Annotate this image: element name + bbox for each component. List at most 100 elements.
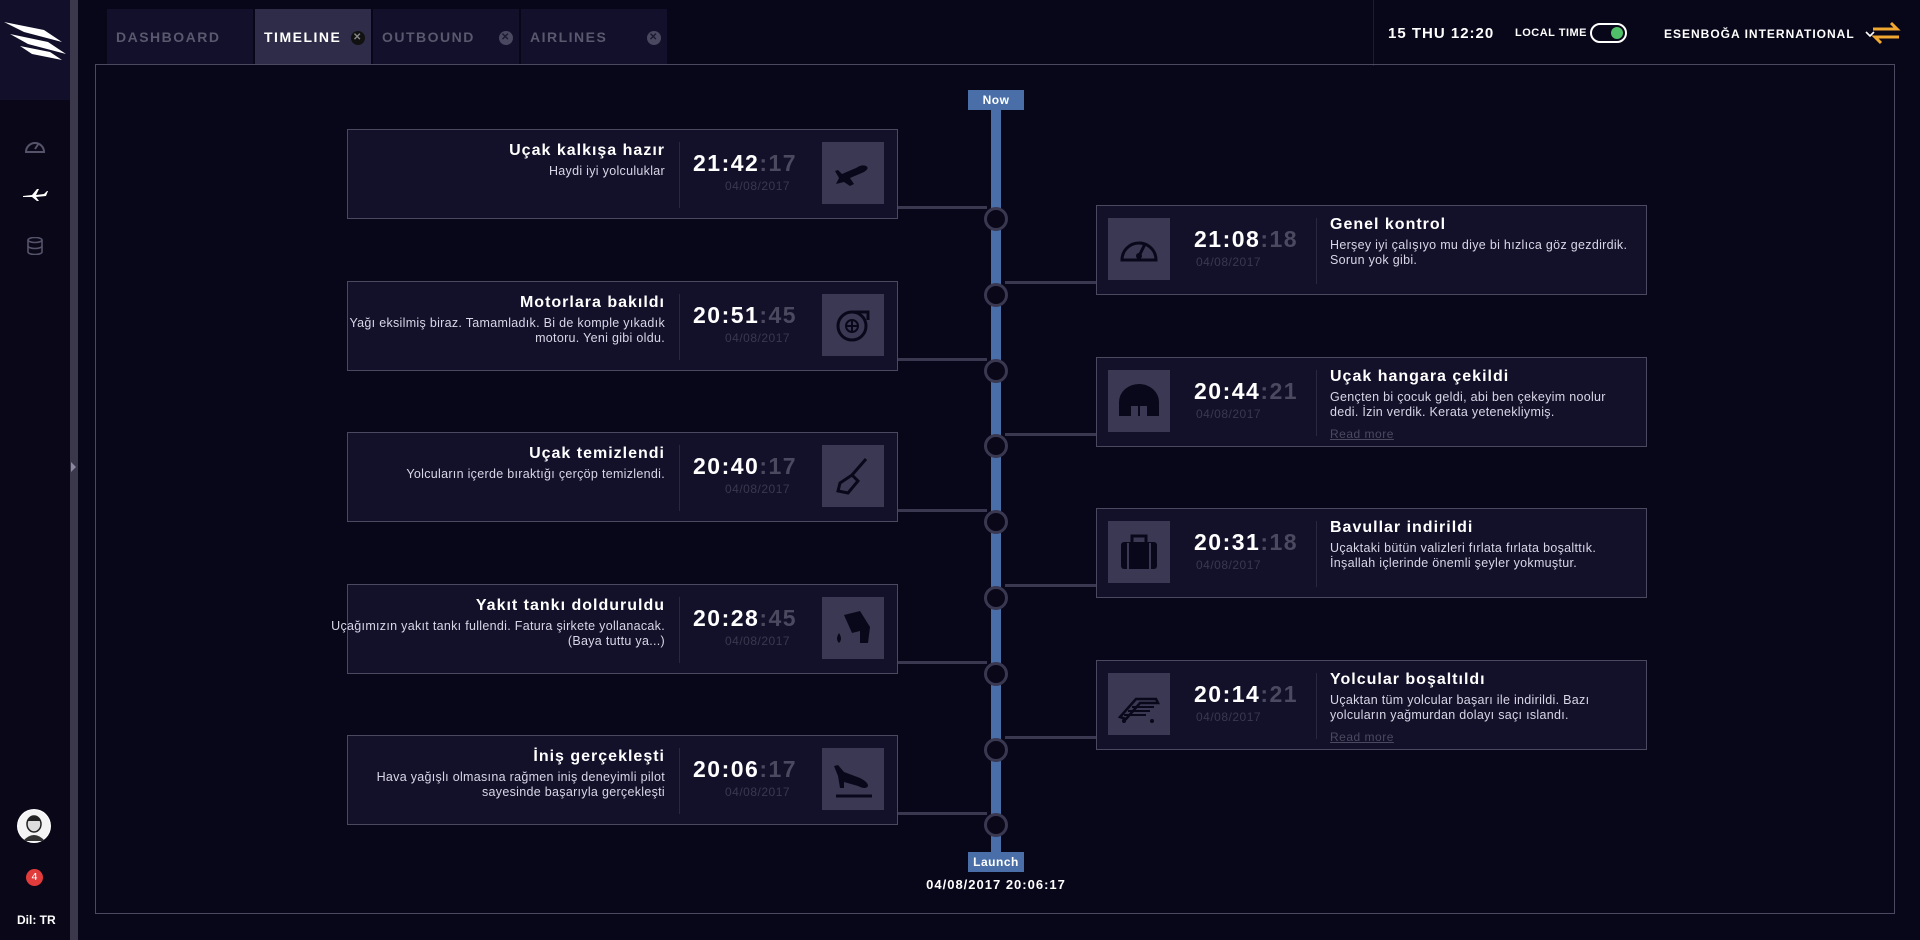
airline-logo-icon bbox=[4, 22, 66, 60]
event-time: 20:28:45 bbox=[693, 605, 797, 632]
timeline-node[interactable] bbox=[984, 661, 1008, 686]
timeline-event-card[interactable]: Genel kontrol Herşey iyi çalışıyo mu diye… bbox=[1096, 205, 1647, 295]
airport-selector[interactable]: ESENBOĞA INTERNATIONAL bbox=[1664, 27, 1875, 41]
tab-airlines[interactable]: AIRLINES ✕ bbox=[521, 9, 667, 65]
event-title: Yolcular boşaltıldı bbox=[1330, 670, 1486, 688]
close-icon[interactable]: ✕ bbox=[351, 31, 365, 45]
divider bbox=[1316, 672, 1317, 739]
event-time: 21:42:17 bbox=[693, 150, 797, 177]
event-time-sec: :17 bbox=[759, 756, 798, 782]
sidebar-collapse-handle[interactable] bbox=[70, 0, 78, 940]
event-title: Uçak hangara çekildi bbox=[1330, 367, 1510, 385]
tab-dashboard[interactable]: DASHBOARD bbox=[107, 9, 253, 65]
event-time: 20:06:17 bbox=[693, 756, 797, 783]
clock: 15 THU 12:20 bbox=[1388, 25, 1495, 42]
sidebar-item-database[interactable] bbox=[22, 233, 48, 259]
event-title: Motorlara bakıldı bbox=[519, 293, 665, 311]
language-selector[interactable]: Dil: TR bbox=[17, 913, 56, 927]
event-title: Uçak kalkışa hazır bbox=[509, 142, 665, 159]
event-time-hm: 20:28 bbox=[693, 604, 760, 631]
event-time-hm: 20:44 bbox=[1194, 377, 1261, 404]
event-description: Yolcuların içerde bıraktığı çerçöp temiz… bbox=[406, 467, 665, 481]
event-date: 04/08/2017 bbox=[1196, 558, 1262, 572]
database-icon bbox=[27, 237, 43, 255]
event-description: Hava yağışlı olmasına rağmen iniş deneyi… bbox=[376, 770, 665, 799]
notification-badge[interactable]: 4 bbox=[26, 869, 43, 886]
read-more-link[interactable]: Read more bbox=[1330, 730, 1394, 744]
local-time-toggle[interactable] bbox=[1590, 23, 1627, 43]
chevron-right-icon bbox=[71, 462, 76, 472]
event-date: 04/08/2017 bbox=[725, 179, 791, 193]
timeline-node[interactable] bbox=[984, 586, 1008, 610]
event-date: 04/08/2017 bbox=[1196, 709, 1262, 724]
sidebar: 4 Dil: TR bbox=[0, 0, 70, 940]
event-time-sec: :21 bbox=[1260, 377, 1299, 404]
close-icon[interactable]: ✕ bbox=[647, 31, 661, 45]
timeline-connector bbox=[897, 206, 987, 209]
tab-label: OUTBOUND bbox=[382, 29, 475, 45]
tab-label: DASHBOARD bbox=[116, 29, 221, 45]
avatar[interactable] bbox=[17, 809, 51, 843]
event-description: Yağı eksilmiş biraz. Tamamladık. Bi de k… bbox=[349, 315, 665, 345]
divider bbox=[679, 596, 680, 663]
timeline-event-card[interactable]: Yolcular boşaltıldı Uçaktan tüm yolcular … bbox=[1096, 659, 1647, 750]
event-time-sec: :45 bbox=[759, 301, 798, 328]
event-title: Genel kontrol bbox=[1330, 216, 1447, 233]
divider bbox=[679, 142, 680, 208]
launch-marker: Launch bbox=[968, 852, 1024, 872]
timeline-event-card[interactable]: Uçak hangara çekildi Gençten bi çocuk gel… bbox=[1096, 356, 1647, 447]
header-status: 15 THU 12:20 LOCAL TIME ESENBOĞA INTERNA… bbox=[1373, 0, 1920, 66]
close-icon[interactable]: ✕ bbox=[499, 31, 513, 45]
timeline-node[interactable] bbox=[984, 510, 1008, 535]
event-time-sec: :18 bbox=[1260, 529, 1299, 555]
local-time-label: LOCAL TIME bbox=[1515, 27, 1588, 39]
logo[interactable] bbox=[0, 0, 70, 100]
event-date: 04/08/2017 bbox=[725, 633, 791, 648]
event-date: 04/08/2017 bbox=[1196, 406, 1262, 421]
timeline-node[interactable] bbox=[984, 282, 1008, 307]
turbine-icon bbox=[822, 293, 884, 356]
event-description: Uçaktaki bütün valizleri fırlata fırlata… bbox=[1330, 541, 1597, 570]
timeline-connector bbox=[1005, 735, 1097, 739]
hangar-icon bbox=[1108, 369, 1170, 432]
event-time-hm: 21:42 bbox=[693, 150, 760, 176]
tab-timeline[interactable]: TIMELINE ✕ bbox=[255, 9, 371, 65]
timeline-connector bbox=[1005, 432, 1097, 436]
divider bbox=[679, 293, 680, 360]
timeline-node[interactable] bbox=[984, 207, 1008, 231]
timeline-event-card[interactable]: Yakıt tankı dolduruldu Uçağımızın yakıt t… bbox=[331, 583, 898, 674]
timeline-connector bbox=[897, 812, 987, 815]
event-time-hm: 20:51 bbox=[693, 301, 760, 328]
read-more-link[interactable]: Read more bbox=[1330, 427, 1394, 441]
timeline-connector bbox=[897, 357, 987, 361]
fuel-nozzle-icon bbox=[822, 596, 884, 659]
event-date: 04/08/2017 bbox=[725, 785, 791, 799]
event-time-hm: 20:31 bbox=[1194, 529, 1261, 555]
timeline-event-card[interactable]: Bavullar indirildi Uçaktaki bütün valizle… bbox=[1096, 508, 1647, 598]
sidebar-item-dashboard[interactable] bbox=[22, 132, 48, 158]
sidebar-item-flights[interactable] bbox=[22, 182, 48, 208]
tab-bar: DASHBOARD TIMELINE ✕ OUTBOUND ✕ AIRLINES… bbox=[107, 9, 669, 65]
event-description: Uçağımızın yakıt tankı fullendi. Fatura … bbox=[331, 618, 665, 648]
event-description: Haydi iyi yolculuklar bbox=[548, 164, 665, 178]
timeline-node[interactable] bbox=[984, 737, 1008, 762]
event-date: 04/08/2017 bbox=[725, 482, 791, 496]
divider bbox=[1316, 369, 1317, 436]
swap-arrows-icon bbox=[1871, 21, 1901, 45]
timeline-event-card[interactable]: Motorlara bakıldı Yağı eksilmiş biraz. Ta… bbox=[347, 280, 898, 371]
divider bbox=[679, 445, 680, 511]
event-time-hm: 20:14 bbox=[1194, 680, 1261, 707]
now-marker: Now bbox=[968, 90, 1024, 110]
event-time: 20:51:45 bbox=[693, 302, 797, 329]
swap-button[interactable] bbox=[1871, 20, 1901, 50]
timeline-event-card[interactable]: Uçak temizlendi Yolcuların içerde bıraktı… bbox=[347, 432, 898, 522]
timeline-event-card[interactable]: İniş gerçekleşti Hava yağışlı olmasına ra… bbox=[347, 735, 898, 825]
divider bbox=[679, 748, 680, 814]
event-time: 21:08:18 bbox=[1194, 226, 1298, 253]
timeline-event-card[interactable]: Uçak kalkışa hazır Haydi iyi yolculuklar 2… bbox=[347, 129, 898, 219]
timeline-node[interactable] bbox=[984, 358, 1008, 383]
airplane-icon bbox=[23, 189, 48, 201]
event-time-hm: 20:40 bbox=[693, 453, 760, 479]
tab-outbound[interactable]: OUTBOUND ✕ bbox=[373, 9, 519, 65]
tab-label: AIRLINES bbox=[530, 29, 608, 45]
